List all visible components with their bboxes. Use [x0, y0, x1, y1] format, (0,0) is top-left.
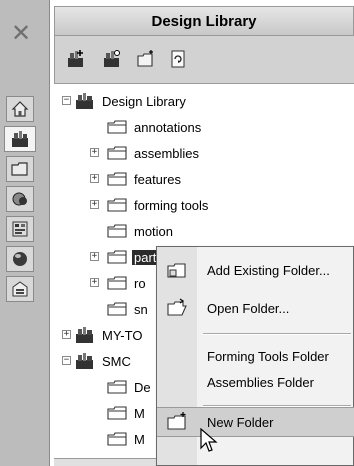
tree-node-forming-tools[interactable]: forming tools [106, 194, 210, 216]
expand-icon[interactable]: + [90, 174, 99, 183]
tree-node-label: M [134, 431, 145, 447]
folder-icon [106, 221, 128, 241]
add-file-location-button[interactable] [101, 48, 123, 70]
menu-item-label: Open Folder... [207, 300, 290, 316]
expand-icon[interactable]: + [90, 278, 99, 287]
collapse-icon[interactable]: − [62, 96, 71, 105]
tree-node-annotations[interactable]: annotations [106, 116, 203, 138]
folder-icon [106, 247, 128, 267]
add-to-library-icon [68, 50, 83, 67]
add-to-library-button[interactable] [65, 48, 87, 70]
folder-icon [106, 195, 128, 215]
expand-icon[interactable]: + [90, 252, 99, 261]
tree-node-sn[interactable]: sn [106, 298, 150, 320]
file-explorer-tab[interactable] [6, 156, 34, 182]
expand-icon[interactable]: + [62, 330, 71, 339]
context-menu: Add Existing Folder... Open Folder... Fo… [156, 246, 354, 466]
home-tab[interactable] [6, 96, 34, 122]
create-new-folder-button[interactable] [135, 48, 157, 70]
library-icon [74, 325, 96, 345]
tree-node-label: forming tools [134, 197, 209, 213]
tree-node-label: assemblies [134, 145, 200, 161]
design-library-tab[interactable] [4, 126, 36, 152]
tree-node-smc[interactable]: SMC [74, 350, 133, 372]
folder-icon [106, 117, 128, 137]
folder-icon [106, 273, 128, 293]
expand-icon[interactable]: + [90, 148, 99, 157]
tree-node-label: annotations [134, 119, 202, 135]
task-pane-tab-strip: ✕ [0, 0, 50, 466]
create-new-folder-icon [137, 50, 153, 67]
tree-node-label: features [134, 171, 181, 187]
menu-item-label: Forming Tools Folder [207, 348, 329, 364]
tree-node-label: motion [134, 223, 174, 239]
view-palette-icon [12, 192, 27, 206]
design-library-icon [12, 131, 28, 147]
custom-properties-tab[interactable] [6, 246, 34, 272]
tree-node-m1[interactable]: M [106, 402, 147, 424]
new-folder-icon [165, 411, 189, 433]
open-folder-icon [165, 297, 189, 319]
appearances-tab[interactable] [6, 216, 34, 242]
library-toolbar [54, 36, 354, 84]
tree-node-assemblies[interactable]: assemblies [106, 142, 201, 164]
menu-item-label: Assemblies Folder [207, 374, 314, 390]
library-icon [74, 91, 96, 111]
folder-icon [106, 429, 128, 449]
tree-node-label: Design Library [102, 93, 186, 109]
tree-node-my-to[interactable]: MY-TO [74, 324, 144, 346]
file-explorer-icon [11, 162, 28, 176]
tree-node-label: ro [134, 275, 146, 291]
home-icon [11, 101, 29, 117]
mouse-pointer-icon [200, 428, 218, 452]
refresh-button[interactable] [167, 48, 189, 70]
expand-icon[interactable]: + [90, 200, 99, 209]
library-icon [74, 351, 96, 371]
add-location-icon [104, 50, 120, 67]
folder-icon [106, 169, 128, 189]
tree-node-design-library[interactable]: Design Library [74, 90, 188, 112]
folder-icon [106, 377, 128, 397]
folder-icon [106, 143, 128, 163]
tree-node-de[interactable]: De [106, 376, 153, 398]
tree-node-ro[interactable]: ro [106, 272, 148, 294]
menu-item-new-folder[interactable]: New Folder [157, 407, 354, 437]
document-properties-tab[interactable] [6, 276, 34, 302]
tree-node-label: M [134, 405, 145, 421]
tree-node-features[interactable]: features [106, 168, 183, 190]
refresh-icon [171, 50, 185, 68]
menu-item-add-existing-folder[interactable]: Add Existing Folder... [157, 255, 354, 285]
tree-node-label: SMC [102, 353, 131, 369]
tree-node-m2[interactable]: M [106, 428, 147, 450]
tree-node-motion[interactable]: motion [106, 220, 175, 242]
view-palette-tab[interactable] [6, 186, 34, 212]
folder-icon [106, 403, 128, 423]
appearances-icon [12, 221, 28, 237]
folder-icon [106, 299, 128, 319]
close-icon[interactable]: ✕ [8, 20, 34, 46]
custom-properties-icon [13, 252, 27, 266]
document-properties-icon [12, 281, 28, 297]
menu-item-open-folder[interactable]: Open Folder... [157, 293, 354, 323]
menu-item-label: Add Existing Folder... [207, 262, 330, 278]
collapse-icon[interactable]: − [62, 356, 71, 365]
add-existing-folder-icon [165, 259, 189, 281]
tree-node-label: MY-TO [102, 327, 143, 343]
tree-node-label: De [134, 379, 151, 395]
panel-title: Design Library [54, 6, 354, 36]
tree-node-label: sn [134, 301, 148, 317]
menu-separator [203, 333, 351, 335]
menu-item-assemblies-folder[interactable]: Assemblies Folder [157, 367, 354, 397]
